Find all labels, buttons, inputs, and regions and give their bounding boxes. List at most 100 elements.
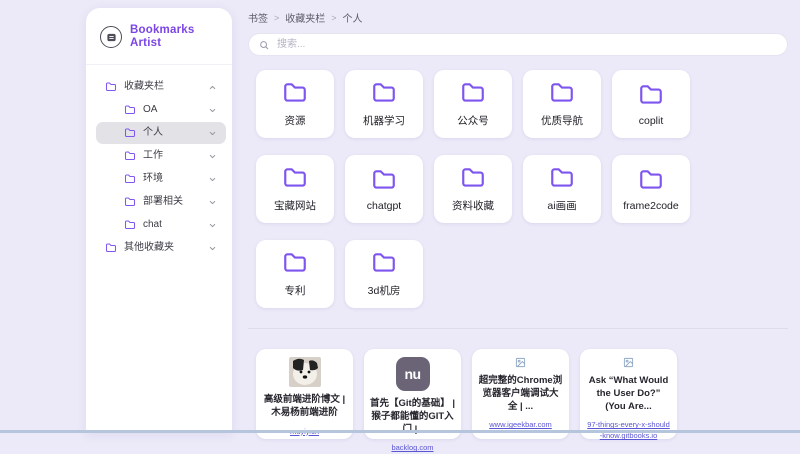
- search-input[interactable]: [275, 38, 777, 51]
- folder-label: 资源: [285, 113, 306, 128]
- folder-label: frame2code: [623, 200, 678, 212]
- bookmark-row: 高级前端进阶博文 | 木易杨前端进阶 muyiy.cn nu 首先【Git的基础…: [256, 349, 788, 439]
- main-content: 书签 > 收藏夹栏 > 个人 资源 机器学习 公众号 优质导航 coplit: [232, 0, 800, 433]
- folder-label: 公众号: [457, 113, 489, 128]
- sidebar-item[interactable]: OA: [96, 99, 226, 121]
- chevron-down-icon[interactable]: [208, 106, 217, 115]
- folder-label: 资料收藏: [452, 198, 494, 213]
- sidebar-item-label: 个人: [143, 127, 163, 139]
- sidebar-item-label: chat: [143, 219, 162, 231]
- sidebar-item[interactable]: 环境: [96, 168, 226, 190]
- breadcrumb-separator: >: [331, 13, 336, 23]
- folder-icon: [369, 167, 399, 193]
- folder-card[interactable]: frame2code: [612, 155, 690, 223]
- breadcrumb: 书签 > 收藏夹栏 > 个人: [248, 10, 788, 25]
- sidebar-item-label: 环境: [143, 173, 163, 185]
- folder-label: 优质导航: [541, 113, 583, 128]
- sidebar-item[interactable]: 工作: [96, 145, 226, 167]
- search-icon: [259, 40, 269, 50]
- sidebar-item-label: 其他收藏夹: [124, 242, 174, 254]
- brand-logo-icon: [100, 26, 122, 48]
- chevron-down-icon[interactable]: [208, 129, 217, 138]
- folder-card[interactable]: 资料收藏: [434, 155, 512, 223]
- sidebar-item-label: 部署相关: [143, 196, 183, 208]
- sidebar: Bookmarks Artist 收藏夹栏 OA 个人 工作: [86, 8, 232, 433]
- folder-label: coplit: [639, 115, 664, 127]
- bookmark-thumbnail: [515, 357, 526, 368]
- folder-icon: [124, 219, 136, 231]
- folder-icon: [369, 80, 399, 106]
- folder-icon: [124, 173, 136, 185]
- sidebar-item[interactable]: 个人: [96, 122, 226, 144]
- sidebar-item[interactable]: 收藏夹栏: [96, 76, 226, 98]
- sidebar-item-label: 收藏夹栏: [124, 81, 164, 93]
- folder-label: chatgpt: [367, 200, 401, 212]
- breadcrumb-separator: >: [274, 13, 279, 23]
- bookmark-card[interactable]: Ask “What Would the User Do?” (You Are..…: [580, 349, 677, 439]
- sidebar-header: Bookmarks Artist: [86, 8, 232, 65]
- bookmark-title: 高级前端进阶博文 | 木易杨前端进阶: [262, 394, 347, 420]
- folder-card[interactable]: 专利: [256, 240, 334, 308]
- bookmark-link[interactable]: backlog.com: [391, 443, 433, 454]
- section-divider: [248, 328, 788, 329]
- folder-icon: [280, 80, 310, 106]
- brand-title: Bookmarks Artist: [130, 24, 222, 50]
- folder-icon: [105, 242, 117, 254]
- breadcrumb-item[interactable]: 收藏夹栏: [285, 10, 325, 25]
- folder-label: 机器学习: [363, 113, 405, 128]
- bookmark-card[interactable]: 超完整的Chrome浏览器客户端调试大全 | ... www.igeekbar.…: [472, 349, 569, 439]
- sidebar-item-label: OA: [143, 104, 157, 116]
- sidebar-item[interactable]: 部署相关: [96, 191, 226, 213]
- folder-icon: [124, 196, 136, 208]
- folder-icon: [636, 82, 666, 108]
- sidebar-item-label: 工作: [143, 150, 163, 162]
- folder-card[interactable]: 机器学习: [345, 70, 423, 138]
- folder-card[interactable]: 资源: [256, 70, 334, 138]
- chevron-down-icon[interactable]: [208, 244, 217, 253]
- chevron-down-icon[interactable]: [208, 152, 217, 161]
- broken-image-icon: [623, 357, 634, 368]
- chevron-down-icon[interactable]: [208, 175, 217, 184]
- folder-card[interactable]: 3d机房: [345, 240, 423, 308]
- chevron-down-icon[interactable]: [208, 221, 217, 230]
- bookmark-thumbnail: nu: [396, 357, 430, 391]
- folder-grid: 资源 机器学习 公众号 优质导航 coplit 宝藏网站 chatgpt: [256, 70, 690, 308]
- bookmark-thumbnail: [289, 357, 321, 387]
- breadcrumb-item[interactable]: 书签: [248, 10, 268, 25]
- folder-card[interactable]: 优质导航: [523, 70, 601, 138]
- folder-card[interactable]: 公众号: [434, 70, 512, 138]
- bookmark-title: Ask “What Would the User Do?” (You Are..…: [586, 375, 671, 413]
- folder-card[interactable]: coplit: [612, 70, 690, 138]
- sidebar-item[interactable]: chat: [96, 214, 226, 236]
- folder-icon: [636, 167, 666, 193]
- sidebar-tree: 收藏夹栏 OA 个人 工作 环境: [86, 65, 232, 259]
- broken-image-icon: [515, 357, 526, 368]
- search-bar[interactable]: [248, 33, 788, 56]
- folder-card[interactable]: 宝藏网站: [256, 155, 334, 223]
- folder-label: 宝藏网站: [274, 198, 316, 213]
- folder-card[interactable]: ai画画: [523, 155, 601, 223]
- bookmark-card[interactable]: nu 首先【Git的基础】 | 猴子都能懂的GIT入门 |.. backlog.…: [364, 349, 461, 439]
- folder-card[interactable]: chatgpt: [345, 155, 423, 223]
- folder-icon: [280, 165, 310, 191]
- folder-icon: [280, 250, 310, 276]
- folder-icon: [105, 81, 117, 93]
- bookmark-card[interactable]: 高级前端进阶博文 | 木易杨前端进阶 muyiy.cn: [256, 349, 353, 439]
- folder-icon: [124, 104, 136, 116]
- folder-icon: [124, 127, 136, 139]
- chevron-up-icon[interactable]: [208, 83, 217, 92]
- folder-icon: [369, 250, 399, 276]
- sidebar-item[interactable]: 其他收藏夹: [96, 237, 226, 259]
- folder-label: 专利: [285, 283, 306, 298]
- folder-icon: [458, 80, 488, 106]
- bookmark-title: 超完整的Chrome浏览器客户端调试大全 | ...: [478, 375, 563, 413]
- bookmark-thumbnail: [623, 357, 634, 368]
- dog-photo-thumbnail: [289, 357, 321, 387]
- folder-icon: [547, 165, 577, 191]
- logo-badge: nu: [396, 357, 430, 391]
- breadcrumb-item[interactable]: 个人: [343, 10, 363, 25]
- folder-icon: [458, 165, 488, 191]
- folder-label: ai画画: [547, 198, 576, 213]
- folder-icon: [124, 150, 136, 162]
- chevron-down-icon[interactable]: [208, 198, 217, 207]
